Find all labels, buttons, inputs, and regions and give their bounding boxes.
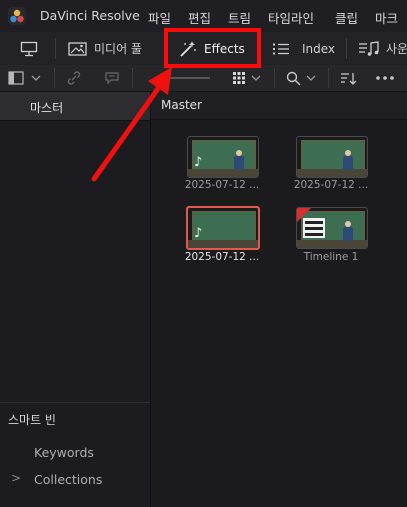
app-name-menu[interactable]: DaVinci Resolve (40, 8, 140, 23)
clip-label: 2025-07-12 ... (293, 179, 369, 191)
sort-icon (341, 72, 357, 85)
davinci-logo-icon[interactable] (8, 7, 26, 25)
search-icon (286, 71, 301, 86)
smart-bin-collections[interactable]: Collections (34, 472, 102, 487)
search-button[interactable] (286, 70, 317, 86)
smart-bin-keywords[interactable]: Keywords (34, 445, 94, 460)
smart-bins-header: 스마트 빈 (0, 402, 150, 433)
music-note-icon: ♪ (194, 155, 203, 170)
index-label: Index (302, 41, 336, 56)
bin-item-label: 마스터 (30, 101, 64, 115)
sort-button[interactable] (340, 70, 358, 86)
monitor-icon (20, 41, 38, 56)
more-options-button[interactable] (375, 70, 395, 86)
sound-library-icon (359, 40, 379, 56)
menu-mark[interactable]: 마크 (375, 8, 398, 27)
timeline-thumbnail[interactable] (296, 207, 368, 249)
clip-thumbnail[interactable] (296, 136, 368, 178)
subbar-divider (274, 68, 275, 88)
clip-thumbnail-selected[interactable]: ♪ (186, 206, 260, 250)
monitor-button[interactable] (20, 32, 38, 65)
chevron-down-icon (306, 75, 316, 81)
menu-clip[interactable]: 클립 (335, 8, 358, 27)
bin-header: Master (151, 92, 407, 120)
timeline-label: Timeline 1 (303, 251, 359, 263)
grid-view-icon (233, 72, 245, 84)
clip-label: 2025-07-12 ... (184, 179, 260, 191)
smart-bins-title: 스마트 빈 (8, 413, 56, 427)
clip-label: 2025-07-12 ... (184, 251, 260, 263)
sound-library-button[interactable]: 사운 (358, 32, 407, 65)
thumbnail-person (343, 221, 353, 241)
index-button[interactable]: Index (272, 32, 335, 65)
media-pool-subbar (0, 65, 407, 92)
menu-trim[interactable]: 트림 (228, 8, 251, 27)
subbar-divider (54, 68, 55, 88)
panel-toggle-icon (8, 71, 24, 85)
chevron-down-icon (251, 75, 261, 81)
thumbnail-person (234, 150, 244, 170)
red-arrow-annotation (91, 67, 172, 182)
timeline-badge-icon (297, 208, 311, 222)
thumbnail-floor (297, 240, 367, 248)
menu-file[interactable]: 파일 (148, 8, 171, 27)
thumbnail-floor (297, 169, 367, 177)
sound-library-label: 사운 (386, 42, 407, 56)
panel-toggle-button[interactable] (8, 70, 42, 86)
menu-edit[interactable]: 편집 (188, 8, 211, 27)
menu-timeline[interactable]: 타임라인 (268, 8, 314, 27)
more-icon (376, 76, 394, 80)
collections-expand-icon[interactable]: > (11, 471, 21, 485)
thumbnail-frame (301, 140, 365, 170)
music-note-icon: ♪ (194, 226, 203, 241)
thumbnail-floor (188, 169, 258, 177)
toolbar-divider (346, 38, 347, 59)
toolbar-divider (55, 38, 56, 59)
index-list-icon (273, 43, 289, 54)
subbar-divider (328, 68, 329, 88)
chevron-down-icon (31, 75, 41, 81)
thumbnail-person (343, 150, 353, 170)
view-mode-button[interactable] (232, 70, 262, 86)
clip-thumbnail[interactable]: ♪ (187, 136, 259, 178)
thumbnail-floor (188, 240, 258, 248)
